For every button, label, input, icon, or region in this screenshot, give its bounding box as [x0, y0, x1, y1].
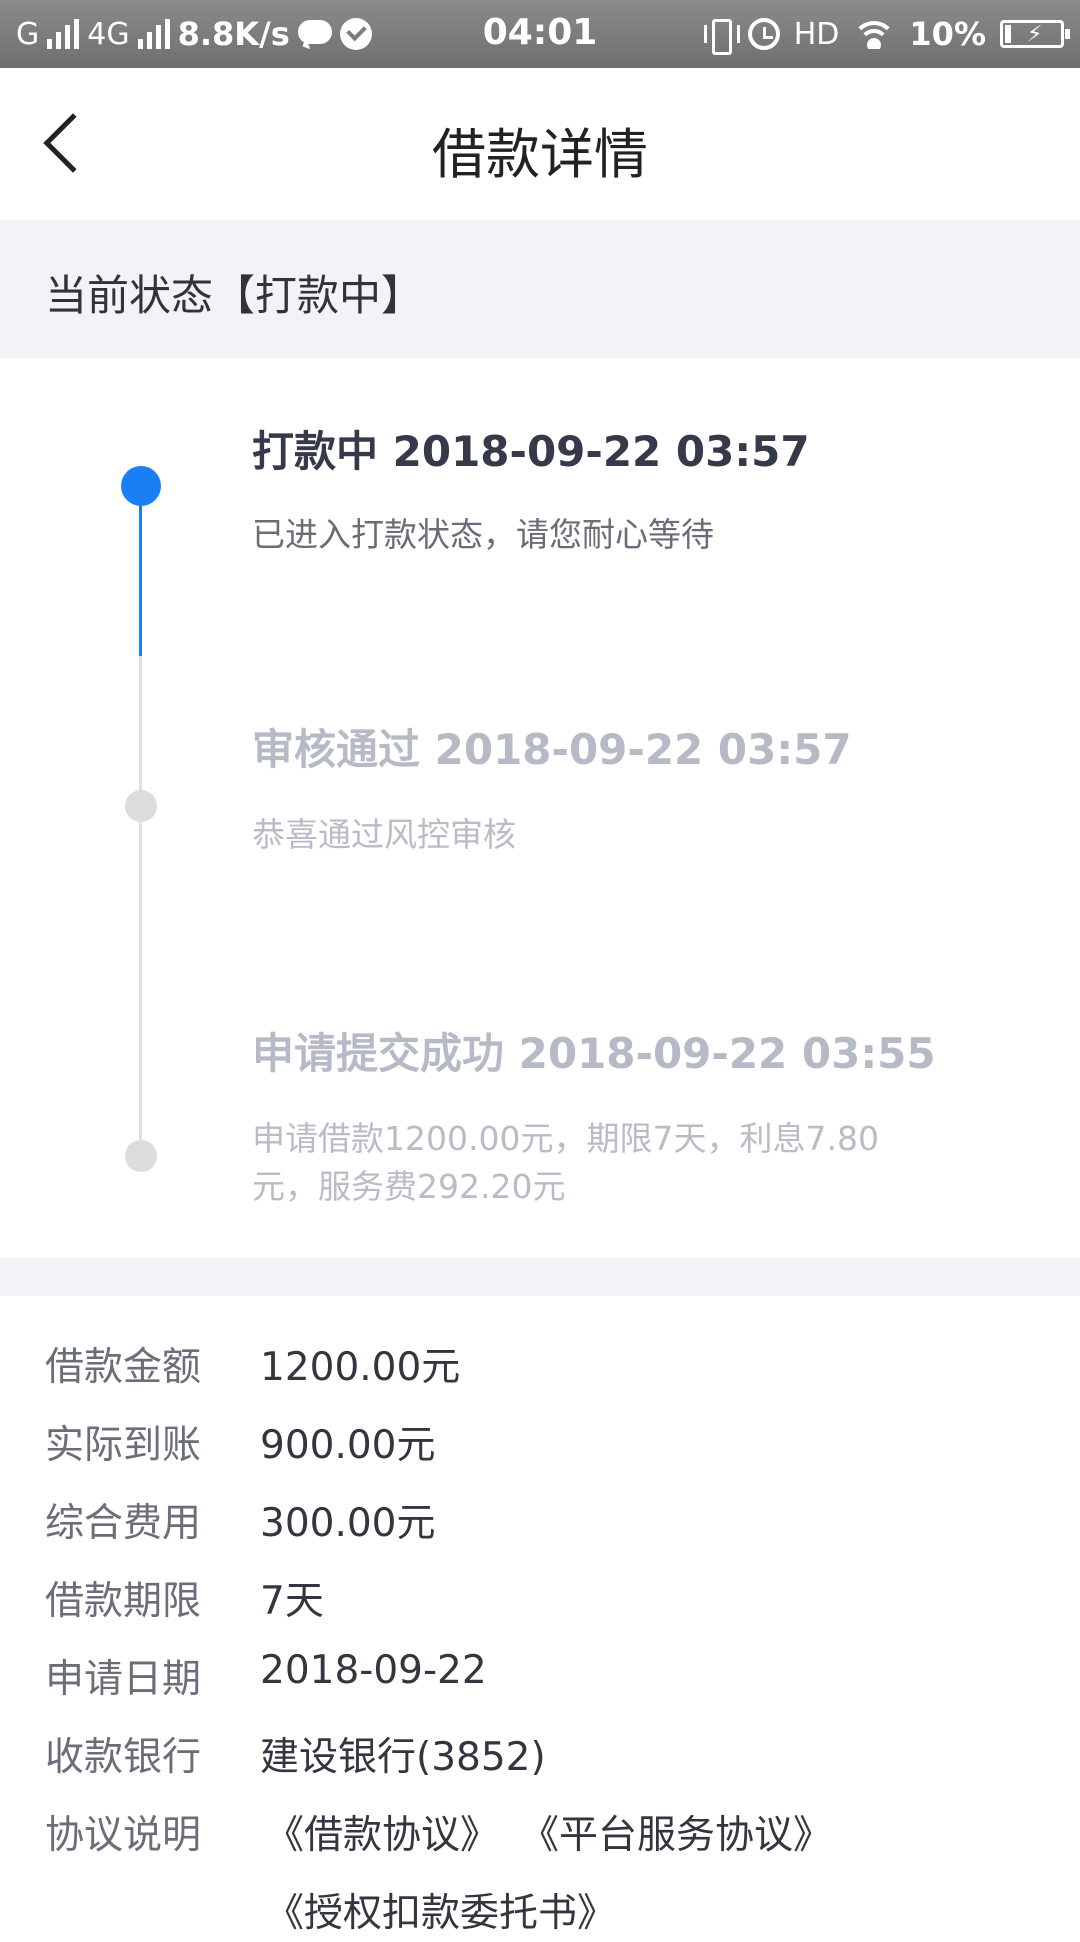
- section-divider: [0, 1258, 1080, 1296]
- detail-label: 申请日期: [45, 1657, 202, 1702]
- page-title: 借款详情: [432, 123, 648, 186]
- detail-label: 协议说明: [45, 1813, 202, 1858]
- detail-value: 300.00元: [260, 1501, 436, 1546]
- status-right: HD 10% ⚡: [703, 14, 1070, 55]
- wifi-icon: [853, 19, 896, 49]
- hd-label: HD: [793, 16, 840, 52]
- current-status-text: 当前状态【打款中】: [45, 271, 424, 320]
- detail-label: 借款期限: [45, 1579, 202, 1624]
- timeline-item-desc: 已进入打款状态，请您耐心等待: [252, 515, 714, 554]
- detail-label: 综合费用: [45, 1501, 202, 1546]
- detail-value: 2018-09-22: [260, 1648, 487, 1693]
- loan-details: 借款金额 1200.00元 实际到账 900.00元 综合费用 300.00元 …: [0, 1296, 1080, 1936]
- detail-label: 收款银行: [45, 1735, 202, 1780]
- vibrate-icon: [703, 17, 740, 55]
- timeline-item-desc: 申请借款1200.00元，期限7天，利息7.80: [252, 1119, 879, 1158]
- nav-bar: 借款详情: [0, 68, 1080, 220]
- battery-percent: 10%: [909, 15, 986, 53]
- platform-service-agreement-link[interactable]: 《平台服务协议》: [520, 1804, 832, 1860]
- detail-value: 建设银行(3852): [260, 1735, 546, 1780]
- detail-label: 实际到账: [45, 1423, 202, 1468]
- detail-value: 1200.00元: [260, 1345, 461, 1390]
- current-status-banner: 当前状态【打款中】: [0, 220, 1080, 358]
- timeline-dot: [125, 790, 157, 822]
- timeline-item-desc: 元，服务费292.20元: [252, 1167, 566, 1206]
- status-bar: G 4G 8.8K/s 04:01 HD 10% ⚡: [0, 0, 1080, 68]
- timeline-dot-active: [121, 466, 161, 506]
- battery-icon: ⚡: [1000, 20, 1070, 48]
- timeline-dot: [125, 1140, 157, 1172]
- loan-agreement-link[interactable]: 《借款协议》: [265, 1804, 499, 1860]
- timeline-item-desc: 恭喜通过风控审核: [252, 815, 516, 854]
- alarm-icon: [747, 18, 780, 50]
- timeline-item-title: 申请提交成功 2018-09-22 03:55: [252, 1029, 936, 1078]
- debit-authorization-link[interactable]: 《授权扣款委托书》: [265, 1882, 616, 1938]
- timeline-item-title: 打款中 2018-09-22 03:57: [252, 427, 810, 476]
- detail-value: 7天: [260, 1579, 324, 1624]
- timeline-progress: [139, 486, 142, 656]
- detail-label: 借款金额: [45, 1345, 202, 1390]
- status-timeline: 打款中 2018-09-22 03:57 已进入打款状态，请您耐心等待 审核通过…: [0, 358, 1080, 1258]
- detail-value: 900.00元: [260, 1423, 436, 1468]
- timeline-item-title: 审核通过 2018-09-22 03:57: [252, 725, 852, 774]
